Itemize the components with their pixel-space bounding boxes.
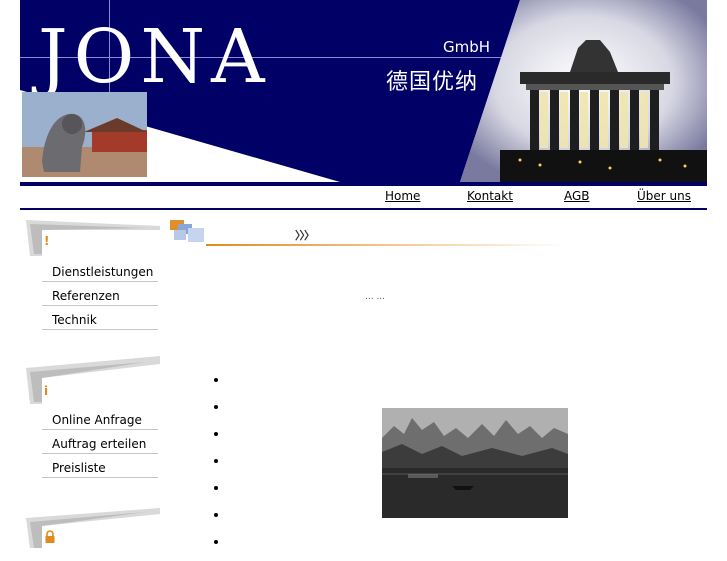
li-river-photo	[382, 408, 568, 518]
main-content: 〉〉〉 ... ...	[170, 214, 707, 545]
sidebar-item-preisliste[interactable]: Preisliste	[42, 454, 158, 478]
content-title-bar	[170, 220, 566, 246]
sidebar-section-header: i	[26, 356, 160, 406]
bullet-list	[210, 372, 228, 561]
nav-agb[interactable]: AGB	[564, 189, 590, 203]
nav-ueber-uns[interactable]: Über uns	[637, 189, 691, 203]
lock-icon	[45, 530, 55, 543]
sidebar-section-services: ! Dienstleistungen Referenzen Technik	[26, 216, 160, 330]
sidebar-section-header: !	[26, 216, 160, 258]
sidebar-item-technik[interactable]: Technik	[42, 306, 158, 330]
sidebar: ! Dienstleistungen Referenzen Technik i …	[20, 212, 162, 548]
sidebar-item-online-anfrage[interactable]: Online Anfrage	[42, 406, 158, 430]
exclamation-icon: !	[44, 234, 50, 248]
brandenburg-gate-image	[460, 0, 707, 182]
page-frame: JONA GmbH 德国优纳 Home Kontakt AGB Über uns…	[20, 0, 707, 548]
company-logo[interactable]: JONA	[38, 20, 271, 94]
sidebar-item-dienstleistungen[interactable]: Dienstleistungen	[42, 258, 158, 282]
sidebar-section-orders: i Online Anfrage Auftrag erteilen Preisl…	[26, 356, 160, 478]
sidebar-item-referenzen[interactable]: Referenzen	[42, 282, 158, 306]
sidebar-section-secure	[26, 506, 160, 548]
info-icon: i	[44, 384, 49, 398]
nav-divider	[20, 208, 707, 210]
page-title: 〉〉〉	[295, 229, 315, 242]
sidebar-item-auftrag-erteilen[interactable]: Auftrag erteilen	[42, 430, 158, 454]
top-navigation: Home Kontakt AGB Über uns	[20, 186, 707, 208]
sidebar-section-header	[26, 506, 160, 548]
header-banner: JONA GmbH 德国优纳	[20, 0, 707, 182]
nav-kontakt[interactable]: Kontakt	[467, 189, 513, 203]
sidebar-header-shape	[26, 356, 160, 404]
chinese-lion-image	[22, 92, 147, 177]
content-dots: ... ...	[365, 292, 386, 302]
nav-home[interactable]: Home	[385, 189, 420, 203]
